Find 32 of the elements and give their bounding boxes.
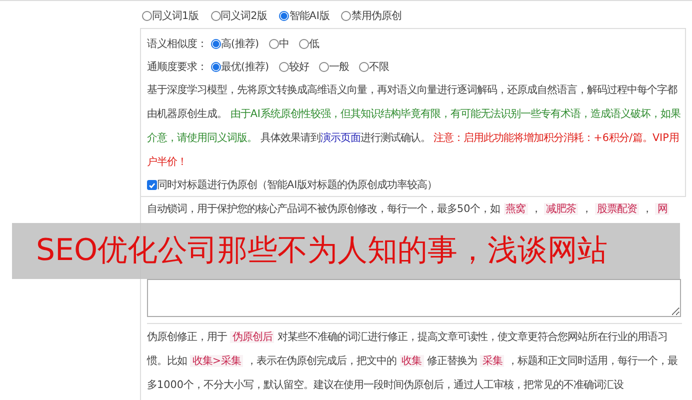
radio-button[interactable] [299,38,310,48]
radio-button[interactable] [279,10,290,20]
option-label[interactable]: 中 [279,36,290,50]
option-label[interactable]: 智能AI版 [289,8,330,22]
lock-words-field[interactable] [147,279,681,317]
title-banner: SEO优化公司那些不为人知的事，浅谈网站 [12,223,680,279]
option-label[interactable]: 最优(推荐) [221,60,270,74]
option-label[interactable]: 较好 [289,60,310,74]
lock-words-text: 自动锁词，用于保护您的核心产品词不被伪原创修改，每行一个，最多50个，如 燕窝 ， 减肥茶 ， 股票配资 ， 网 [147,202,670,217]
checkbox-label[interactable]: 同时对标题进行伪原创（智能AI版对标题的伪原创成功率较高） [157,178,438,192]
setting-label: 通顺度要求： [147,60,207,74]
title-checkbox[interactable] [147,180,157,190]
option-label[interactable]: 高(推荐) [221,36,260,50]
radio-button[interactable] [211,62,221,72]
radio-button[interactable] [269,38,280,48]
radio-button[interactable] [142,10,152,20]
radio-button[interactable] [279,62,290,72]
option-label[interactable]: 不限 [369,60,390,74]
correction-text: 伪原创修正，用于 伪原创后 对某些不准确的词汇进行修正，提高文章可读性，使文章更符合您网站所在行业的用语习惯。比如 收集>采集 ，表示在伪原创完成后，把文中的 收集 修正替换为 采集 ，标题和正文同时适用，每行一个，最多1000个，不分大小写，默认留空。建议在使用一段时间伪原创后，通过人工审核，把常见的不准确词汇设 [147,330,679,393]
description-text: 基于深度学习模型，先将原文转换成高维语义向量，再对语义向量进行逐词解码，还原成自然语言，解码过程中每个字都由机器原创生成。 由于AI系统原创性较强，但其知识结构毕竟有限，有可能无法识别一些专有术语，造成语义破坏，如果介意，请使用同义词版。 具体效果请到演示页面进行测试确认。 注意：启用此功能将增加积分消耗：+6积分/篇。VIP用户半价！ [147,83,681,170]
demo-page-link[interactable]: 演示页面 [320,132,360,144]
radio-button[interactable] [341,10,352,20]
radio-button[interactable] [319,62,330,72]
option-label[interactable]: 低 [309,36,320,50]
option-label[interactable]: 一般 [329,60,350,74]
radio-button[interactable] [210,10,221,20]
radio-button[interactable] [359,62,370,72]
setting-label: 语义相似度： [147,36,207,50]
option-label[interactable]: 同义词1版 [152,8,199,22]
option-label[interactable]: 同义词2版 [220,8,268,22]
radio-button[interactable] [211,38,221,48]
option-label[interactable]: 禁用伪原创 [351,8,402,22]
